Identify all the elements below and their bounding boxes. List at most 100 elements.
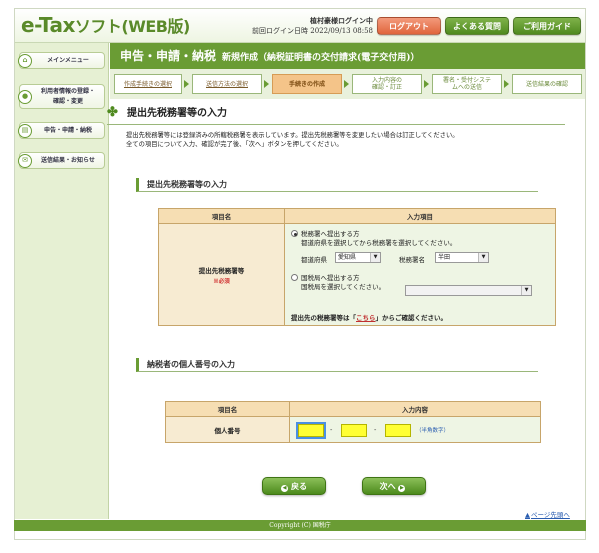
next-label: 次へ xyxy=(379,481,396,491)
document-icon: ▤ xyxy=(18,123,32,138)
row-label-office: 提出先税務署等 ※必須 xyxy=(158,223,285,326)
last-login-time: 2022/09/13 08:58 xyxy=(310,27,373,35)
faq-button[interactable]: よくある質問 xyxy=(445,17,509,35)
step-label: ムへの送信 xyxy=(451,84,482,91)
confirm-office-note: 提出先の税務署等は「こちら」からご確認ください。 xyxy=(291,312,447,322)
subsection-heading-mynumber: 納税者の個人番号の入力 xyxy=(136,358,538,372)
sidebar-item-main-menu[interactable]: ⌂ メインメニュー xyxy=(18,52,105,69)
progress-steps: 作成手続きの選択 送信方法の選択 手続きの作成 入力内容の 確認・訂正 署名・受付… xyxy=(110,69,585,99)
row-label-mynumber: 個人番号 xyxy=(165,416,290,443)
login-info: 植村豪様ログイン中 前回ログイン日時 2022/09/13 08:58 xyxy=(241,16,373,36)
pref-label: 都道府県 xyxy=(301,256,327,264)
sidebar-item-user-info[interactable]: ● 利用者情報の登録・ 確認・変更 xyxy=(18,84,105,109)
header: e-Taxソフト(WEB版) 植村豪様ログイン中 前回ログイン日時 2022/0… xyxy=(15,9,585,43)
sidebar-item-filing[interactable]: ▤ 申告・申請・納税 xyxy=(18,122,105,139)
step-sign-send: 署名・受付システ ムへの送信 xyxy=(432,74,502,94)
option-desc: 国税局を選択してください。 xyxy=(301,283,386,291)
sidebar-item-label: 確認・変更 xyxy=(52,98,83,105)
home-icon: ⌂ xyxy=(18,53,32,68)
page-top-label: ページ先頭へ xyxy=(531,511,570,519)
sidebar-item-label: 申告・申請・納税 xyxy=(43,127,92,134)
sidebar-item-results[interactable]: ✉ 送信結果・お知らせ xyxy=(18,152,105,169)
prefecture-select[interactable]: 愛知県 ▼ xyxy=(335,252,381,263)
confirm-office-link[interactable]: こちら xyxy=(356,314,376,322)
logo-sub-text: ソフト(WEB版) xyxy=(74,17,190,36)
user-name: 植村豪様ログイン中 xyxy=(310,16,373,25)
next-button[interactable]: 次へ ▶ xyxy=(362,477,426,495)
subsection-heading-office: 提出先税務署等の入力 xyxy=(136,178,538,192)
section-heading-text: 提出先税務署等の入力 xyxy=(127,108,227,119)
radio-tax-office[interactable] xyxy=(291,230,298,237)
guide-button[interactable]: ご利用ガイド xyxy=(513,17,581,35)
option-title: 国税局へ提出する方 xyxy=(301,274,360,282)
office-input-cell: 税務署へ提出する方 都道府県を選択してから税務署を選択してください。 都道府県 … xyxy=(284,223,556,326)
page-title-bar: 申告・申請・納税 新規作成（納税証明書の交付請求(電子交付用)） xyxy=(110,43,585,69)
step-result: 送信結果の確認 xyxy=(512,74,582,94)
description-line: 提出先税務署等には登録済みの所轄税務署を表示しています。提出先税務署等を変更した… xyxy=(126,132,459,139)
page-top-link[interactable]: ▲ページ先頭へ xyxy=(525,509,570,519)
back-button[interactable]: ◀ 戻る xyxy=(262,477,326,495)
step-label: 入力内容の xyxy=(371,77,402,84)
office-label: 提出先税務署等 xyxy=(198,266,245,275)
column-header-item: 項目名 xyxy=(158,208,285,224)
step-label: 送信結果の確認 xyxy=(525,80,568,88)
sidebar-item-label: 送信結果・お知らせ xyxy=(41,157,95,164)
logo-main-text: e-Tax xyxy=(21,13,75,37)
confirm-text: 」からご確認ください。 xyxy=(375,314,448,322)
step-arrow-icon xyxy=(184,80,189,88)
mynumber-part2-input[interactable] xyxy=(341,424,367,437)
step-select-procedure[interactable]: 作成手続きの選択 xyxy=(114,74,182,94)
mynumber-part3-input[interactable] xyxy=(385,424,411,437)
sidebar: ⌂ メインメニュー ● 利用者情報の登録・ 確認・変更 ▤ 申告・申請・納税 ✉… xyxy=(15,43,109,519)
tax-office-select[interactable]: 半田 ▼ xyxy=(435,252,489,263)
mynumber-part1-input[interactable] xyxy=(296,422,326,439)
option-title: 税務署へ提出する方 xyxy=(301,230,360,238)
radio-bureau[interactable] xyxy=(291,274,298,281)
back-label: 戻る xyxy=(291,481,307,491)
prefecture-value: 愛知県 xyxy=(338,254,357,261)
section-heading: ✤ 提出先税務署等の入力 xyxy=(107,105,565,125)
page-subtitle: 新規作成（納税証明書の交付請求(電子交付用)） xyxy=(222,53,420,63)
step-confirm: 入力内容の 確認・訂正 xyxy=(352,74,422,94)
chevron-down-icon: ▼ xyxy=(478,253,488,262)
mynumber-table: 項目名 入力内容 個人番号 - - （半角数字） xyxy=(165,401,541,443)
etax-logo: e-Taxソフト(WEB版) xyxy=(21,13,190,37)
option-bureau: 国税局へ提出する方 国税局を選択してください。 xyxy=(291,274,385,292)
chevron-down-icon: ▼ xyxy=(521,286,531,295)
column-header-input: 入力項目 xyxy=(284,208,556,224)
last-login-label: 前回ログイン日時 xyxy=(252,27,309,35)
half-width-note: （半角数字） xyxy=(416,428,450,434)
tax-office-value: 半田 xyxy=(438,254,451,261)
column-header-item: 項目名 xyxy=(165,401,290,417)
step-arrow-icon xyxy=(344,80,349,88)
office-name-label: 税務署名 xyxy=(399,256,425,264)
separator-dash: - xyxy=(330,426,333,434)
mynumber-input-cell: - - （半角数字） xyxy=(289,416,541,443)
bureau-select[interactable]: ▼ xyxy=(405,285,532,296)
option-desc: 都道府県を選択してから税務署を選択してください。 xyxy=(301,239,457,247)
step-label: 確認・訂正 xyxy=(371,84,402,91)
step-arrow-icon xyxy=(504,80,509,88)
step-label: 送信方法の選択 xyxy=(205,80,248,88)
footer: Copyright (C) 国税庁 xyxy=(14,520,586,531)
option-tax-office: 税務署へ提出する方 都道府県を選択してから税務署を選択してください。 xyxy=(291,230,456,248)
step-label: 手続きの作成 xyxy=(288,80,325,88)
office-table: 項目名 入力項目 提出先税務署等 ※必須 税務署へ提出する方 都道府県を選択して… xyxy=(158,208,556,326)
column-header-input: 入力内容 xyxy=(289,401,541,417)
chevron-down-icon: ▼ xyxy=(370,253,380,262)
description-line: 全ての項目について入力、確認が完了後、「次へ」ボタンを押してください。 xyxy=(126,141,343,148)
user-icon: ● xyxy=(18,89,32,104)
step-label: 署名・受付システ xyxy=(442,77,491,84)
step-label: 作成手続きの選択 xyxy=(123,80,172,88)
last-login: 前回ログイン日時 2022/09/13 08:58 xyxy=(241,26,373,36)
step-arrow-icon xyxy=(424,80,429,88)
required-badge: ※必須 xyxy=(213,278,230,285)
mail-icon: ✉ xyxy=(18,153,32,168)
clover-icon: ✤ xyxy=(107,105,118,120)
sidebar-item-label: メインメニュー xyxy=(47,57,89,64)
logout-button[interactable]: ログアウト xyxy=(377,17,441,35)
step-select-method[interactable]: 送信方法の選択 xyxy=(192,74,262,94)
step-arrow-icon xyxy=(264,80,269,88)
page-description: 提出先税務署等には登録済みの所轄税務署を表示しています。提出先税務署等を変更した… xyxy=(126,131,566,149)
sidebar-item-label: 利用者情報の登録・ xyxy=(40,88,95,95)
